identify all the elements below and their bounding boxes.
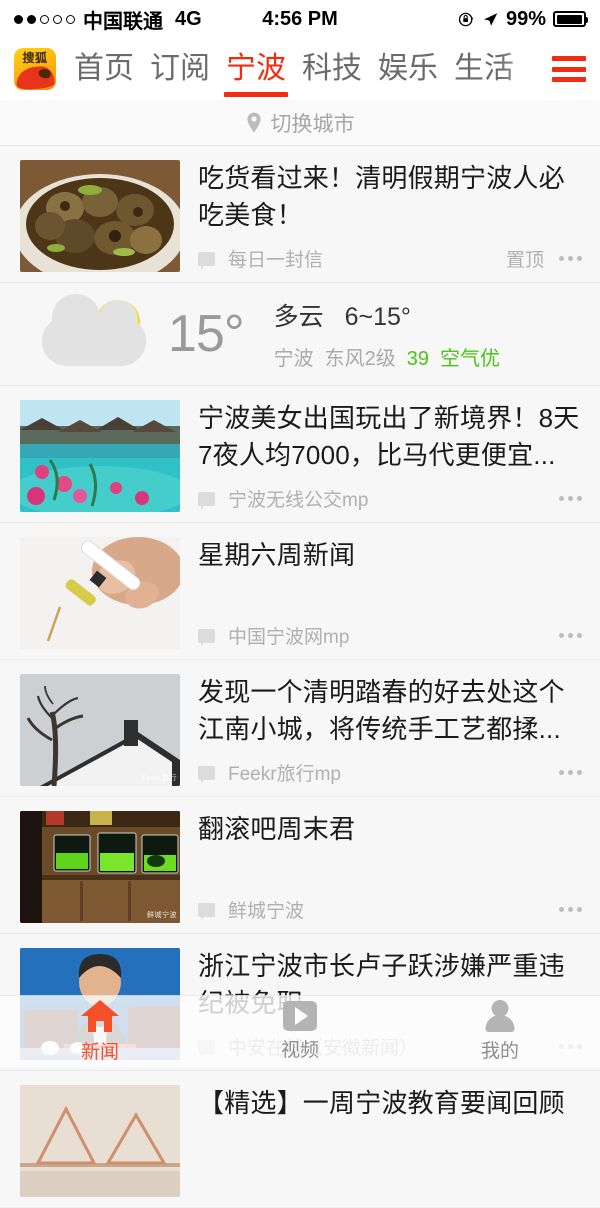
channel-tab-subscribe[interactable]: 订阅: [142, 44, 218, 94]
article-body: 翻滚吧周末君 鲜城宁波: [198, 811, 584, 923]
article-body: 星期六周新闻 中国宁波网mp: [198, 537, 584, 649]
article-thumbnail[interactable]: [20, 537, 180, 649]
channel-tab-home[interactable]: 首页: [66, 44, 142, 94]
ellipsis-icon[interactable]: [557, 766, 584, 779]
list-item[interactable]: 宁波美女出国玩出了新境界！8天7夜人均7000，比马代更便宜... 宁波无线公交…: [0, 386, 600, 523]
status-bar-right: 99%: [458, 7, 588, 31]
comment-icon: [198, 251, 215, 269]
person-icon: [483, 1000, 517, 1032]
article-body: 发现一个清明踏春的好去处这个江南小城，将传统手工艺都揉... Feekr旅行mp: [198, 674, 584, 786]
article-body: 【精选】一周宁波教育要闻回顾: [198, 1085, 584, 1197]
ellipsis-icon[interactable]: [557, 903, 584, 916]
location-pin-icon: [246, 112, 262, 133]
article-thumbnail[interactable]: 鲜城宁波: [20, 811, 180, 923]
weather-city: 宁波: [273, 348, 314, 370]
comment-icon: [198, 491, 215, 509]
weather-range: 6~15°: [344, 303, 411, 331]
battery-icon: [553, 11, 588, 27]
network-type: 4G: [175, 7, 202, 30]
article-thumbnail[interactable]: [20, 160, 180, 272]
article-meta: 宁波无线公交mp: [198, 475, 584, 512]
list-item[interactable]: 鲜城宁波 翻滚吧周末君 鲜城宁波: [0, 797, 600, 934]
article-title: 翻滚吧周末君: [198, 814, 356, 844]
channel-tab-tech[interactable]: 科技: [294, 44, 370, 94]
article-title: 宁波美女出国玩出了新境界！8天7夜人均7000，比马代更便宜...: [198, 403, 580, 470]
battery-percent: 99%: [505, 7, 546, 30]
weather-secondary-row: 宁波 东风2级 39 空气优: [274, 342, 500, 371]
location-arrow-icon: [482, 11, 499, 28]
ellipsis-icon[interactable]: [557, 252, 584, 265]
weather-condition-row: 多云 6~15°: [274, 297, 500, 333]
list-item[interactable]: Feekr旅行 发现一个清明踏春的好去处这个江南小城，将传统手工艺都揉... F…: [0, 660, 600, 797]
tab-video-label: 视频: [280, 1040, 319, 1061]
image-watermark: 鲜城宁波: [147, 912, 177, 919]
article-title: 星期六周新闻: [198, 540, 356, 570]
bottom-tab-bar: 新闻 视频 我的: [0, 995, 600, 1067]
article-title: 发现一个清明踏春的好去处这个江南小城，将传统手工艺都揉...: [198, 677, 565, 744]
aqi-label: 空气优: [440, 348, 501, 370]
list-item[interactable]: 吃货看过来！清明假期宁波人必吃美食！ 每日一封信 置顶: [0, 146, 600, 283]
rotation-lock-icon: [458, 11, 475, 28]
top-navigation-bar: 搜狐 首页 订阅 宁波 科技 娱乐 生活: [0, 38, 600, 100]
video-icon: [283, 1001, 317, 1031]
article-body: 宁波美女出国玩出了新境界！8天7夜人均7000，比马代更便宜... 宁波无线公交…: [198, 400, 584, 512]
aqi-value: 39: [406, 348, 430, 370]
partly-cloudy-icon: [20, 294, 160, 370]
comment-icon: [198, 765, 215, 783]
hamburger-menu-icon[interactable]: [552, 56, 586, 82]
article-title: 【精选】一周宁波教育要闻回顾: [198, 1088, 565, 1118]
article-source: 中国宁波网mp: [228, 627, 350, 648]
tab-profile[interactable]: 我的: [400, 996, 600, 1067]
status-badge: 置顶: [505, 250, 544, 271]
article-meta: 中国宁波网mp: [198, 612, 584, 649]
weather-details: 多云 6~15° 宁波 东风2级 39 空气优: [274, 297, 500, 371]
article-thumbnail[interactable]: Feekr旅行: [20, 674, 180, 786]
article-source: 宁波无线公交mp: [228, 490, 369, 511]
channel-tab-ningbo[interactable]: 宁波: [218, 44, 294, 97]
city-switcher-label: 切换城市: [270, 112, 355, 136]
tab-video[interactable]: 视频: [200, 996, 400, 1067]
article-meta: 鲜城宁波: [198, 886, 584, 923]
article-thumbnail[interactable]: [20, 1085, 180, 1197]
status-bar-left: 中国联通 4G: [14, 5, 202, 34]
channel-tab-entertainment[interactable]: 娱乐: [370, 44, 446, 94]
article-source: 每日一封信: [228, 250, 324, 271]
fox-icon: [14, 65, 56, 90]
signal-strength-icon: [14, 14, 75, 24]
article-body: 吃货看过来！清明假期宁波人必吃美食！ 每日一封信 置顶: [198, 160, 584, 272]
tab-profile-label: 我的: [480, 1041, 519, 1062]
article-source: 鲜城宁波: [228, 901, 305, 922]
carrier-name: 中国联通: [83, 10, 163, 33]
weather-widget[interactable]: 15° 多云 6~15° 宁波 东风2级 39 空气优: [0, 283, 600, 386]
list-item[interactable]: 【精选】一周宁波教育要闻回顾: [0, 1071, 600, 1208]
tab-news-label: 新闻: [80, 1042, 119, 1063]
ellipsis-icon[interactable]: [557, 629, 584, 642]
status-bar: 中国联通 4G 4:56 PM 99%: [0, 0, 600, 38]
article-meta: 每日一封信 置顶: [198, 235, 584, 272]
article-meta: Feekr旅行mp: [198, 749, 584, 786]
list-item[interactable]: 星期六周新闻 中国宁波网mp: [0, 523, 600, 660]
weather-wind: 东风2级: [324, 348, 396, 370]
sohu-logo[interactable]: 搜狐: [14, 48, 56, 90]
channel-tab-life[interactable]: 生活: [446, 44, 522, 94]
city-switcher[interactable]: 切换城市: [0, 100, 600, 146]
channel-tabs: 首页 订阅 宁波 科技 娱乐 生活: [66, 44, 600, 97]
home-icon: [80, 999, 120, 1033]
comment-icon: [198, 628, 215, 646]
article-source: Feekr旅行mp: [228, 764, 341, 785]
logo-text: 搜狐: [22, 51, 48, 65]
tab-news[interactable]: 新闻: [0, 996, 200, 1067]
article-title: 吃货看过来！清明假期宁波人必吃美食！: [198, 163, 565, 230]
weather-temperature: 15°: [168, 305, 245, 363]
image-watermark: Feekr旅行: [141, 775, 177, 782]
comment-icon: [198, 902, 215, 920]
weather-condition: 多云: [273, 303, 324, 331]
article-thumbnail[interactable]: [20, 400, 180, 512]
ellipsis-icon[interactable]: [557, 492, 584, 505]
